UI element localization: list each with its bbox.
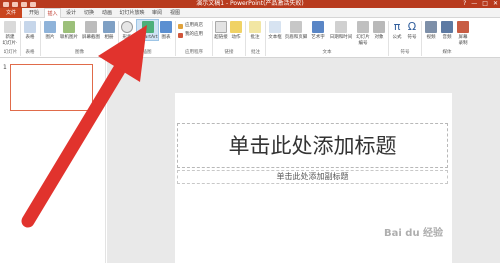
tab-home[interactable]: 开始 [26,8,42,18]
group-separator [175,21,176,56]
picture-icon [44,21,56,33]
new-slide-icon [4,21,16,33]
action-button[interactable]: 动作 [230,21,242,41]
tab-slideshow[interactable]: 幻灯片放映 [117,8,147,18]
title-bar: 演示文稿1 - PowerPoint(产品激活失败) ? — □ ✕ [0,0,500,8]
omega-icon: Ω [406,20,418,33]
my-apps-button[interactable]: 我的应用 [178,32,203,38]
window-controls: ? — □ ✕ [463,0,498,8]
minimize-button[interactable]: — [471,0,477,8]
group-label-illustrations: 插图 [142,50,152,55]
shapes-icon [121,21,133,33]
online-picture-icon [63,21,75,33]
group-separator [212,21,213,56]
chart-button[interactable]: 图表 [159,21,173,41]
screen-recording-button[interactable]: 屏幕 录制 [456,21,470,47]
screenshot-icon [85,21,97,33]
subtitle-placeholder[interactable]: 单击此处添加副标题 [177,170,448,184]
group-separator [118,21,119,56]
tab-transitions[interactable]: 切换 [81,8,97,18]
my-apps-icon [178,32,183,38]
equation-button[interactable]: π 公式 [390,21,404,41]
apps-store-button[interactable]: 应用商店 [178,23,203,29]
group-label-text: 文本 [322,50,332,55]
tab-review[interactable]: 审阅 [149,8,165,18]
hyperlink-icon [215,21,227,33]
online-pictures-button[interactable]: 联机图片 [58,21,80,41]
table-button[interactable]: 表格 [23,21,37,41]
new-slide-button[interactable]: 新建 幻灯片· [2,21,18,47]
slide-number: 1 [3,64,7,71]
photo-album-button[interactable]: 相册 [102,21,116,41]
tab-animations[interactable]: 动画 [99,8,115,18]
watermark: Bai du 经验 [384,228,444,239]
store-icon [178,23,183,29]
comment-button[interactable]: 批注 [248,21,262,41]
textbox-button[interactable]: 文本框 [267,21,283,41]
video-icon [425,21,437,33]
symbol-button[interactable]: Ω 符号 [405,21,419,41]
header-footer-button[interactable]: 页眉和页脚 [284,21,308,41]
group-label-media: 媒体 [442,50,452,55]
smartart-icon [141,21,154,33]
audio-button[interactable]: 音频 [440,21,454,41]
group-separator [40,21,41,56]
date-time-icon [335,21,347,33]
video-button[interactable]: 视频 [424,21,438,41]
group-separator [421,21,422,56]
textbox-icon [269,21,281,33]
object-icon [373,21,385,33]
group-label-slides: 幻灯片 [3,50,18,55]
maximize-button[interactable]: □ [482,0,488,8]
object-button[interactable]: 对象 [372,21,386,41]
slide-thumbnail[interactable] [10,64,93,111]
help-button[interactable]: ? [463,0,466,8]
photo-album-icon [103,21,115,33]
shapes-button[interactable]: 形状 [120,21,134,41]
wordart-button[interactable]: 艺术字 [309,21,327,41]
table-icon [24,21,36,33]
tab-view[interactable]: 视图 [167,8,183,18]
date-time-button[interactable]: 日期和时间 [328,21,354,41]
group-label-apps: 应用程序 [185,50,203,55]
group-label-tables: 表格 [25,50,35,55]
pi-icon: π [391,21,403,33]
slide-number-icon [357,21,369,33]
wordart-icon [312,21,324,33]
screen-recording-icon [457,21,469,33]
header-footer-icon [290,21,302,33]
group-separator [265,21,266,56]
screenshot-button[interactable]: 屏幕截图 [81,21,101,41]
ribbon-tabs: 文件 开始 插入 设计 切换 动画 幻灯片放映 审阅 视图 [0,8,500,19]
pictures-button[interactable]: 图片 [43,21,57,41]
window-title: 演示文稿1 - PowerPoint(产品激活失败) [196,0,304,7]
close-button[interactable]: ✕ [493,0,498,8]
action-icon [230,21,242,33]
tab-design[interactable]: 设计 [63,8,79,18]
audio-icon [441,21,453,33]
group-label-comments: 批注 [251,50,260,55]
title-placeholder[interactable]: 单击此处添加标题 [177,123,448,168]
group-label-links: 链接 [224,50,234,55]
group-separator [245,21,246,56]
group-separator [20,21,21,56]
comment-icon [249,21,261,33]
group-label-symbols: 符号 [400,50,410,55]
ribbon: 新建 幻灯片· 表格 图片 联机图片 屏幕截图 相册 形状 SmartArt 图… [0,18,500,58]
chart-icon [160,21,172,33]
group-separator [388,21,389,56]
hyperlink-button[interactable]: 超链接 [214,21,228,41]
slide-number-button[interactable]: 幻灯片 编号 [355,21,371,47]
smartart-button[interactable]: SmartArt [137,21,158,41]
group-label-images: 图像 [75,50,84,55]
tab-file[interactable]: 文件 [0,8,22,18]
